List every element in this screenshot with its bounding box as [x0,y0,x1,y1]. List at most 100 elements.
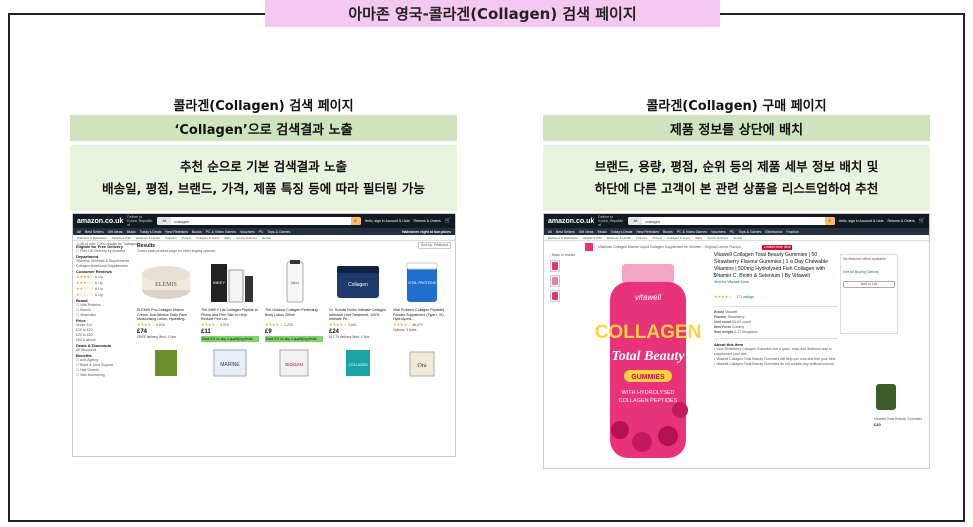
related-product-card[interactable]: Vitawell Total Beauty Gummies £20 [874,382,926,427]
product-title[interactable]: The Outdoor Collagen Perfecting Body Lot… [265,308,323,322]
nav-item[interactable]: All [548,230,552,234]
deliver-to[interactable]: Deliver to Korea, Republic of [598,215,624,227]
amazon-nav: All Best Sellers Gift Ideas Music Today'… [544,228,929,235]
cart-icon[interactable]: 🛒 [445,218,451,224]
search-bar[interactable]: All collagen ⌕ [628,217,835,225]
nav-item[interactable]: Music [127,230,136,234]
search-bar[interactable]: All collagen ⌕ [157,217,361,225]
filter-option[interactable]: ☐ Skin Nourishing [76,373,133,378]
page-title: 아마존 영국-콜라겐(Collagen) 검색 페이지 [265,0,720,27]
product-options[interactable]: Options: 3 sizes [393,328,451,332]
product-title[interactable]: The INKEY List Collagen Peptide to Plump… [201,308,259,322]
returns-orders[interactable]: Returns & Orders [414,219,441,223]
nav-item[interactable]: Music [598,230,607,234]
nav-item[interactable]: Gift Ideas [579,230,594,234]
svg-text:Collagen: Collagen [348,282,368,288]
thumbnail[interactable] [550,290,560,302]
sub-nav-item[interactable]: Wellness & Health [136,236,160,240]
product-image[interactable]: lotion [265,258,323,306]
search-input[interactable]: collagen [171,219,350,224]
nav-item[interactable]: PC & Video Games [677,230,707,234]
see-all-options-link[interactable]: See All Buying Options [843,270,895,275]
sub-nav-item[interactable]: Protein [182,236,192,240]
product-image[interactable]: Collagen [329,258,387,306]
nav-item[interactable]: Today's Deals [611,230,633,234]
sub-nav-item[interactable]: Vitamins [165,236,176,240]
account-menu[interactable]: Hello, sign in Account & Lists [839,219,884,223]
nav-item[interactable]: New Releases [636,230,659,234]
product-image[interactable]: COLLAGEN [329,348,387,378]
search-icon[interactable]: ⌕ [350,217,361,225]
sub-nav-item[interactable]: Vitamins [636,236,647,240]
nav-item[interactable]: Vouchers [711,230,726,234]
sub-nav-item[interactable]: Herbal [733,236,742,240]
nav-item[interactable]: New Releases [165,230,188,234]
sub-nav-item[interactable]: Collagen & Joints [667,236,690,240]
sub-nav-item[interactable]: Baby [224,236,231,240]
sub-nav-item[interactable]: Tablets & Pills [112,236,131,240]
nav-item[interactable]: Toys & Games [738,230,761,234]
sub-nav-item[interactable]: Wellness & Health [607,236,631,240]
product-details: Vitawell Collagen Total Beauty Gummies |… [714,252,838,367]
product-image[interactable]: ELEMIS [137,258,195,306]
product-card[interactable]: INKEY The INKEY List Collagen Peptide to… [201,258,259,342]
nav-item[interactable]: PC [259,230,264,234]
deal-badge: Limited time deal [762,244,793,250]
product-card[interactable]: Collagen Dr. Scholls Nutrio Intimate Col… [329,258,387,342]
nav-item[interactable]: Books [663,230,673,234]
sub-nav-item[interactable]: Tablets & Pills [583,236,602,240]
thumbnail[interactable] [550,260,560,272]
nav-item[interactable]: PC & Video Games [206,230,236,234]
nav-item[interactable]: Best Sellers [85,230,104,234]
product-image[interactable]: INKEY [201,258,259,306]
product-title[interactable]: Dr. Scholls Nutrio Intimate Collagen Int… [329,308,387,322]
related-product-title[interactable]: Vitawell Total Beauty Gummies [874,417,926,422]
amazon-logo[interactable]: amazon.co.uk [77,218,123,225]
product-image[interactable]: Ora [393,348,451,378]
search-input[interactable]: collagen [642,219,824,224]
main-product-image[interactable]: vitawell COLLAGEN Total Beauty GUMMIES W… [590,260,706,464]
search-icon[interactable]: ⌕ [824,217,835,225]
product-card[interactable]: VITAL PROTEINS Vital Proteins Collagen P… [393,258,451,342]
product-delivery: £17.75 delivery Wed, 1 Nov [329,335,370,339]
sub-nav-item[interactable]: Protein [653,236,663,240]
rating-row[interactable]: ★★★★☆ 171 ratings [714,285,838,303]
nav-item[interactable]: All [77,230,81,234]
nav-item[interactable]: Books [192,230,202,234]
sub-nav-item[interactable]: Herbal [262,236,271,240]
returns-orders[interactable]: Returns & Orders [888,219,915,223]
product-image[interactable]: VITAL PROTEINS [393,258,451,306]
product-card[interactable]: lotion The Outdoor Collagen Perfecting B… [265,258,323,342]
sub-nav-item[interactable]: Collagen & Joints [196,236,219,240]
product-title[interactable]: Vital Proteins Collagen Peptides Powder … [393,308,451,322]
product-title[interactable]: ELEMIS Pro-Collagen Marine Cream, Anti-W… [137,308,195,322]
nav-item[interactable]: Gift Ideas [108,230,123,234]
nav-promo[interactable]: Halloween night at low prices [402,230,451,234]
cart-icon[interactable]: 🛒 [919,218,925,224]
search-category[interactable]: All [157,217,172,225]
nav-item[interactable]: Vouchers [240,230,255,234]
product-image[interactable] [137,348,195,378]
product-image[interactable]: MARINE [201,348,259,378]
nav-item[interactable]: PC [730,230,735,234]
amazon-logo[interactable]: amazon.co.uk [548,218,594,225]
amazon-nav: All Best Sellers Gift Ideas Music Today'… [73,228,455,235]
nav-item[interactable]: Today's Deals [140,230,162,234]
sub-nav-item[interactable]: Sports Nutrition [707,236,728,240]
product-image[interactable]: BIOGAN [265,348,323,378]
svg-text:ELEMIS: ELEMIS [155,282,177,288]
deliver-to[interactable]: Deliver to Korea, Republic of [127,215,153,227]
nav-item[interactable]: Fashion [786,230,798,234]
product-card[interactable]: ELEMIS ELEMIS Pro-Collagen Marine Cream,… [137,258,195,342]
sub-nav-item[interactable]: Sports Nutrition [236,236,257,240]
nav-item[interactable]: Electronics [765,230,782,234]
nav-item[interactable]: Toys & Games [267,230,290,234]
sub-nav-item[interactable]: Wellness & Relaxation [77,236,107,240]
add-to-list-button[interactable]: Add to List [843,281,895,288]
sub-nav-item[interactable]: Wellness & Relaxation [548,236,578,240]
nav-item[interactable]: Best Sellers [556,230,575,234]
search-category[interactable]: All [628,217,643,225]
account-menu[interactable]: Hello, sign in Account & Lists [365,219,410,223]
sub-nav-item[interactable]: Baby [695,236,702,240]
thumbnail[interactable] [550,275,560,287]
